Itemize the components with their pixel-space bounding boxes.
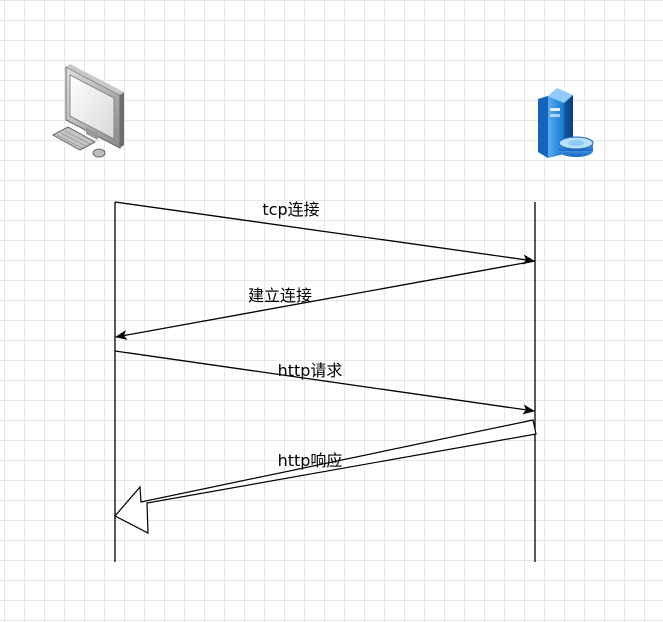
sequence-diagram: tcp连接 建立连接 http请求 http响应 (51, 64, 594, 562)
server-database-icon (538, 88, 594, 158)
http-request-arrow (114, 350, 535, 415)
establish-connection-arrow (115, 260, 536, 340)
establish-connection-label: 建立连接 (248, 286, 312, 305)
http-response-arrow (114, 419, 537, 535)
http-response-label: http响应 (278, 451, 343, 470)
http-request-label: http请求 (278, 361, 343, 380)
diagram-canvas: tcp连接 建立连接 http请求 http响应 (0, 0, 663, 622)
tcp-connect-label: tcp连接 (262, 200, 319, 219)
desktop-computer-icon (51, 64, 124, 158)
tcp-connect-arrow (114, 201, 535, 265)
